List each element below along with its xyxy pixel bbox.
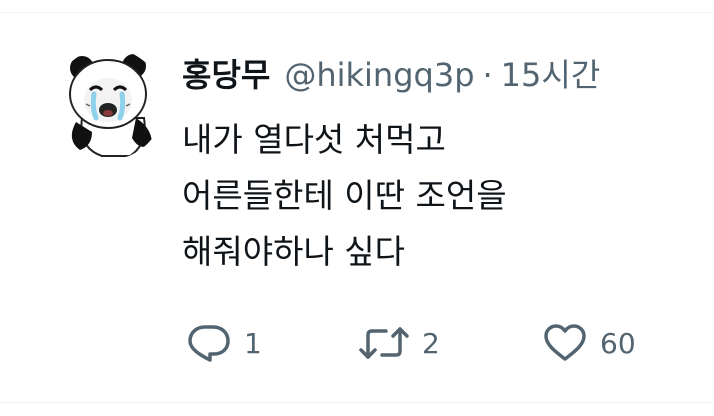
top-divider <box>0 12 714 13</box>
tweet-actions: 1 2 60 <box>182 318 682 368</box>
retweet-button[interactable]: 2 <box>358 318 440 368</box>
user-handle[interactable]: @hikingq3p <box>284 50 474 100</box>
tweet-text: 내가 열다섯 처먹고 어른들한테 이딴 조언을 해줘야하나 싶다 <box>182 112 702 280</box>
display-name[interactable]: 홍당무 <box>182 50 270 100</box>
retweet-icon <box>359 327 409 359</box>
tweet-text-line: 내가 열다섯 처먹고 <box>182 120 446 159</box>
tweet-text-line: 어른들한테 이딴 조언을 <box>182 176 507 215</box>
retweet-count: 2 <box>422 326 440 360</box>
reply-button[interactable]: 1 <box>186 318 262 368</box>
avatar[interactable] <box>52 48 164 160</box>
heart-icon <box>544 324 586 361</box>
panda-meme-avatar-icon <box>52 48 164 160</box>
reply-icon <box>188 325 230 362</box>
like-count: 60 <box>600 326 636 360</box>
bottom-divider <box>0 402 714 403</box>
timestamp[interactable]: 15시간 <box>501 50 601 100</box>
like-button[interactable]: 60 <box>542 318 636 368</box>
separator-dot: · <box>482 56 493 94</box>
reply-count: 1 <box>244 326 262 360</box>
tweet-text-line: 해줘야하나 싶다 <box>182 232 406 271</box>
tweet-header: 홍당무 @hikingq3p · 15시간 <box>182 50 600 100</box>
